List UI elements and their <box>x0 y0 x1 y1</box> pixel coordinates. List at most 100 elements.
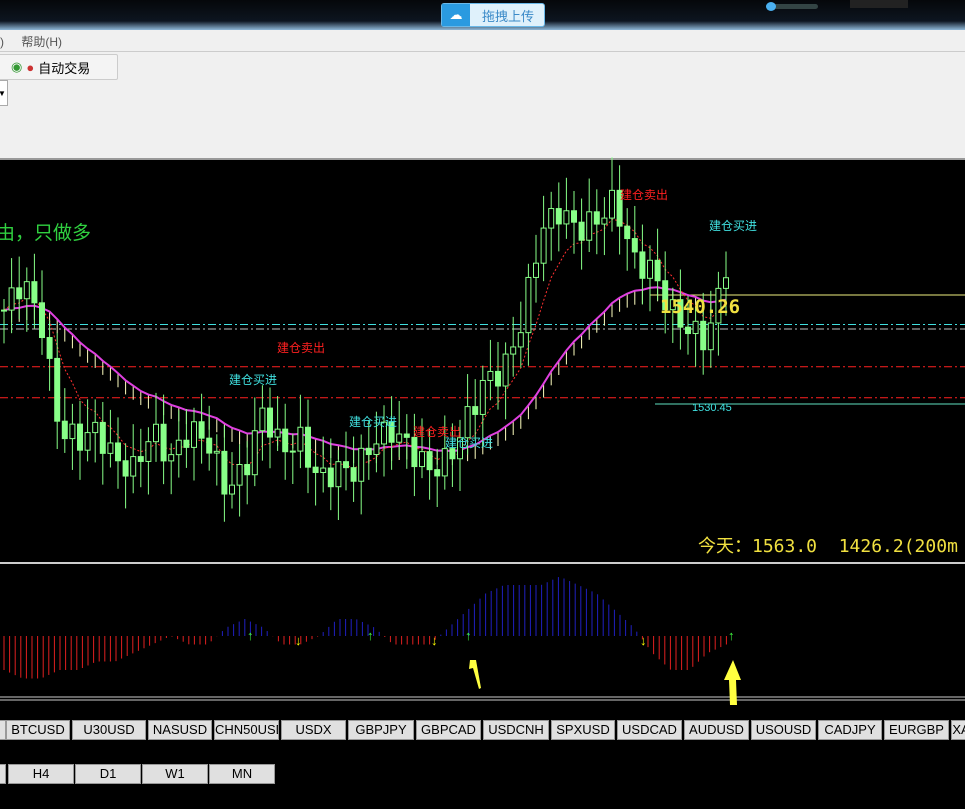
candle-body <box>251 430 258 476</box>
candle-body <box>153 423 159 443</box>
symbol-tab-gbpcad[interactable]: GBPCAD <box>416 720 481 740</box>
candle-body <box>54 357 61 422</box>
buy-signal-label: 建仓买进 <box>709 219 758 233</box>
candle-body <box>555 208 562 225</box>
candle-body <box>312 466 319 474</box>
symbol-tab-partial[interactable] <box>0 720 6 740</box>
candle-body <box>403 433 410 438</box>
candle-body <box>206 437 213 454</box>
symbol-tab-usdcad[interactable]: USDCAD <box>617 720 682 740</box>
candle-body <box>198 421 205 439</box>
candle-body <box>396 433 403 443</box>
symbol-tab-audusd[interactable]: AUDUSD <box>684 720 749 740</box>
candle-body <box>419 451 425 468</box>
candle-body <box>236 464 243 486</box>
symbol-tab-spxusd[interactable]: SPXUSD <box>551 720 615 740</box>
candle-body <box>221 450 228 495</box>
candle-body <box>631 238 638 253</box>
candle-body <box>168 454 175 462</box>
timeframe-tab-w1[interactable]: W1 <box>142 764 208 784</box>
symbol-tab-u30usd[interactable]: U30USD <box>72 720 146 740</box>
symbol-tab-xa[interactable]: XA <box>951 720 965 740</box>
symbol-tab-usdcnh[interactable]: USDCNH <box>483 720 549 740</box>
pointer-arrow-icon <box>469 660 481 689</box>
arrow-up-icon: ↑ <box>465 628 472 643</box>
candle-body <box>510 346 517 355</box>
candle-body <box>350 467 357 482</box>
candle-body <box>517 332 524 348</box>
symbol-tab-cadjpy[interactable]: CADJPY <box>818 720 882 740</box>
ma-fast-line <box>3 218 727 470</box>
candle-body <box>343 461 349 469</box>
candle-body <box>593 211 600 225</box>
buy-signal-label: 建仓买进 <box>445 436 494 450</box>
candle-body <box>16 287 23 300</box>
candle-body <box>700 320 707 351</box>
candle-body <box>685 326 691 335</box>
timeframe-tab-h4[interactable]: H4 <box>8 764 74 784</box>
candle-body <box>61 420 68 440</box>
symbol-tab-btcusd[interactable]: BTCUSD <box>6 720 70 740</box>
candle-body <box>571 210 577 223</box>
candle-body <box>8 287 15 311</box>
candle-body <box>365 447 372 456</box>
buy-signal-label: 建仓买进 <box>229 373 278 387</box>
candle-body <box>723 277 729 289</box>
timeframe-tab-mn[interactable]: MN <box>209 764 275 784</box>
candle-body <box>282 428 289 453</box>
symbol-tab-eurgbp[interactable]: EURGBP <box>884 720 949 740</box>
sell-signal-label: 建仓卖出 <box>277 341 326 355</box>
arrow-down-icon: ↓ <box>640 633 647 648</box>
candle-body <box>609 189 615 219</box>
candle-body <box>548 208 555 229</box>
candle-body <box>502 353 509 387</box>
candle-body <box>533 262 539 278</box>
candle-body <box>31 281 38 304</box>
candle-body <box>183 439 190 448</box>
candle-body <box>46 337 53 359</box>
candle-body <box>130 456 137 477</box>
candle-body <box>99 421 106 454</box>
price-label: 1540.26 <box>660 296 741 318</box>
candle-body <box>145 441 152 462</box>
candle-body <box>487 370 494 381</box>
symbol-tab-usousd[interactable]: USOUSD <box>751 720 816 740</box>
candle-body <box>305 426 311 468</box>
candle-body <box>77 423 83 451</box>
candle-body <box>495 370 501 387</box>
candle-body <box>601 217 608 225</box>
arrow-down-icon: ↓ <box>431 633 438 648</box>
candle-body <box>358 447 365 482</box>
candle-body <box>23 281 30 300</box>
candle-body <box>373 443 380 456</box>
candle-body <box>122 460 129 477</box>
arrow-up-icon: ↑ <box>367 628 374 643</box>
symbol-tab-usdx[interactable]: USDX <box>281 720 346 740</box>
candle-body <box>639 251 646 279</box>
candle-body <box>441 448 448 477</box>
price-chart[interactable]: ↑ ↑ ↑ ↑ ↓ ↓ ↓ <box>0 0 965 809</box>
candle-body <box>160 423 167 462</box>
candle-body <box>267 407 273 438</box>
candle-body <box>289 450 296 453</box>
timeframe-tab-partial[interactable] <box>0 764 6 784</box>
candle-body <box>479 379 486 415</box>
candle-body <box>578 221 585 241</box>
candle-body <box>624 225 631 240</box>
symbol-tab-gbpjpy[interactable]: GBPJPY <box>348 720 414 740</box>
symbol-tab-nasusd[interactable]: NASUSD <box>148 720 212 740</box>
chart-banner: 由，只做多 <box>0 223 92 244</box>
candle-body <box>692 320 699 335</box>
timeframe-tab-d1[interactable]: D1 <box>75 764 141 784</box>
candle-body <box>654 259 661 282</box>
candle-body <box>213 450 220 454</box>
candle-body <box>472 406 479 415</box>
candle-body <box>327 467 334 488</box>
candle-body <box>647 259 653 279</box>
symbol-tab-chn50usd[interactable]: CHN50USD <box>214 720 279 740</box>
candle-body <box>69 423 76 440</box>
candle-body <box>92 421 99 434</box>
arrow-up-icon: ↑ <box>247 628 254 643</box>
candle-body <box>274 428 281 438</box>
candle-body <box>434 469 441 477</box>
